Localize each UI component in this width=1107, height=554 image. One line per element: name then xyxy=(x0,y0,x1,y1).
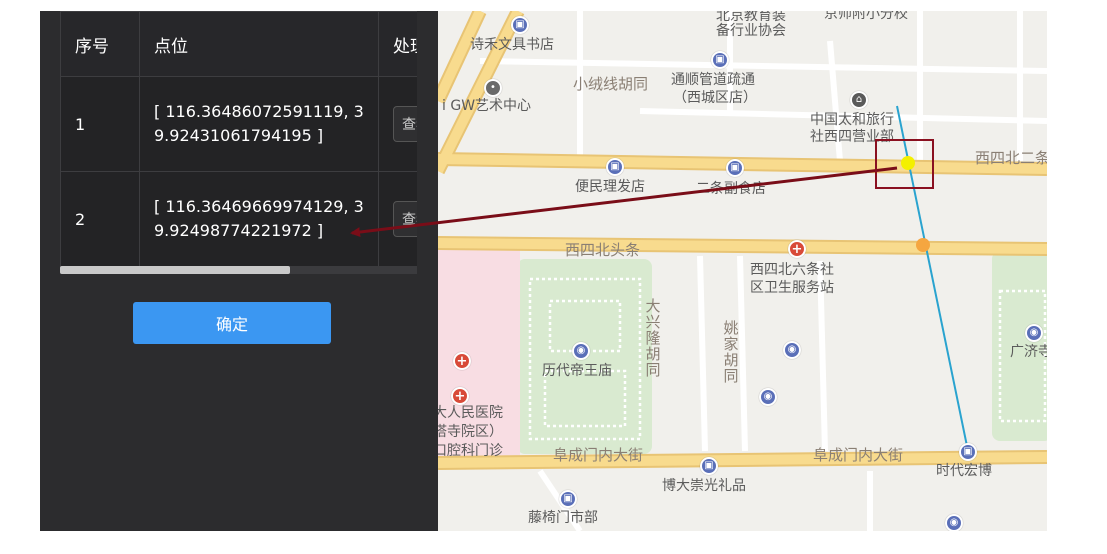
point-marker[interactable] xyxy=(916,238,930,252)
map-overlay xyxy=(350,139,934,252)
link-arrow xyxy=(350,166,898,238)
app-stage: ▣ ▣ ⌂ • ▣ ▣ + ◉ ◉ ◉ ◉ + + ▣ ▣ ▣ ◉ 诗禾文具书店… xyxy=(0,0,1107,554)
selected-point-marker[interactable] xyxy=(901,156,915,170)
